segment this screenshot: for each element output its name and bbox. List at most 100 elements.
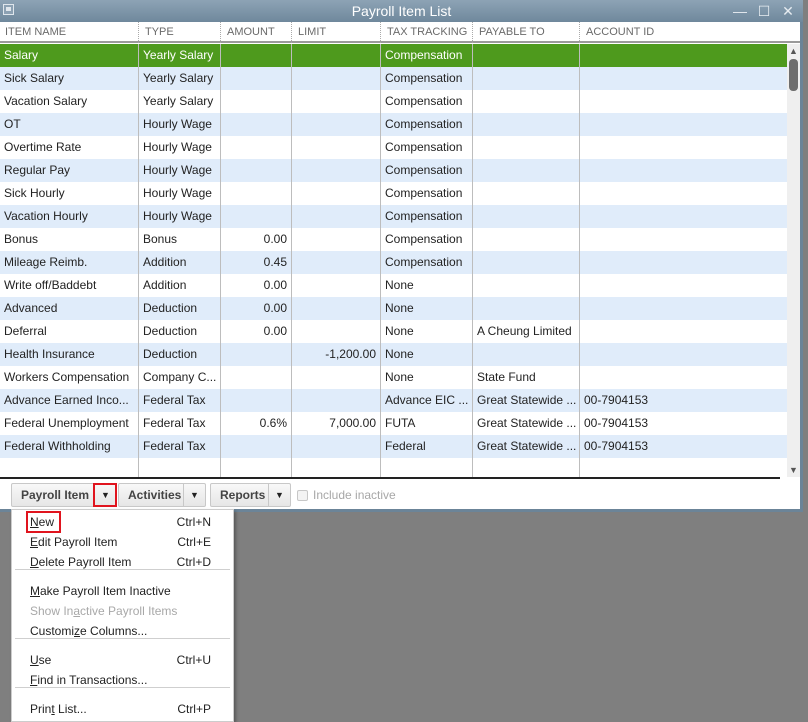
reports-label: Reports (220, 488, 266, 502)
cell-tax: None (380, 297, 472, 320)
minimize-icon[interactable]: — (733, 3, 747, 20)
column-header-item-name[interactable]: ITEM NAME (0, 22, 138, 43)
cell-type (138, 458, 220, 477)
column-header-limit[interactable]: LIMIT (291, 22, 380, 43)
cell-limit (291, 44, 380, 67)
table-row[interactable]: Mileage Reimb. Addition 0.45 Compensation (0, 251, 787, 274)
table-row[interactable]: Advance Earned Inco... Federal Tax Advance… (0, 389, 787, 412)
cell-limit (291, 90, 380, 113)
table-row[interactable] (0, 458, 787, 477)
cell-account (579, 251, 787, 274)
activities-dropdown-arrow[interactable]: ▼ (183, 484, 205, 506)
payroll-item-button[interactable]: Payroll Item ▼ (11, 483, 117, 507)
cell-name: Vacation Salary (4, 94, 88, 108)
cell-tax: None (380, 274, 472, 297)
reports-dropdown-arrow[interactable]: ▼ (268, 484, 290, 506)
payroll-item-dropdown-arrow[interactable]: ▼ (93, 483, 117, 507)
cell-tax: Compensation (380, 44, 472, 67)
table-row[interactable]: Deferral Deduction 0.00 None A Cheung Limite… (0, 320, 787, 343)
cell-name: Regular Pay (4, 163, 71, 177)
cell-payable (472, 251, 579, 274)
cell-limit (291, 297, 380, 320)
cell-account: 00-7904153 (579, 412, 787, 435)
cell-name: Mileage Reimb. (4, 255, 88, 269)
cell-account (579, 113, 787, 136)
table-row[interactable]: Vacation Salary Yearly Salary Compensation (0, 90, 787, 113)
activities-button[interactable]: Activities ▼ (118, 483, 206, 507)
table-row[interactable]: Regular Pay Hourly Wage Compensation (0, 159, 787, 182)
menu-item-label: Delete Payroll Item (30, 555, 132, 569)
cell-amount: 0.00 (220, 228, 291, 251)
cell-limit (291, 228, 380, 251)
column-header-type[interactable]: TYPE (138, 22, 220, 43)
cell-amount (220, 113, 291, 136)
cell-payable: Great Statewide ... (472, 435, 579, 458)
cell-limit (291, 136, 380, 159)
column-header-amount[interactable]: AMOUNT (220, 22, 291, 43)
menu-item-make-payroll-item-inactive[interactable]: Make Payroll Item Inactive (30, 581, 225, 601)
table-row[interactable]: Workers Compensation Company C... None Stat… (0, 366, 787, 389)
scroll-thumb[interactable] (789, 59, 798, 91)
table-row[interactable]: Salary Yearly Salary Compensation (0, 44, 787, 67)
scroll-up-icon[interactable]: ▲ (787, 44, 800, 58)
cell-amount (220, 182, 291, 205)
cell-tax: Compensation (380, 251, 472, 274)
reports-button[interactable]: Reports ▼ (210, 483, 291, 507)
menu-separator (15, 569, 230, 570)
cell-amount: 0.00 (220, 320, 291, 343)
list-content: ITEM NAME TYPE AMOUNT LIMIT TAX TRACKING… (0, 22, 800, 509)
cell-limit (291, 458, 380, 477)
cell-tax: Compensation (380, 113, 472, 136)
cell-amount (220, 136, 291, 159)
scroll-down-icon[interactable]: ▼ (787, 463, 800, 477)
column-header-payable-to[interactable]: PAYABLE TO (472, 22, 579, 43)
table-row[interactable]: Sick Hourly Hourly Wage Compensation (0, 182, 787, 205)
menu-item-shortcut: Ctrl+N (176, 515, 211, 529)
column-header-account-id[interactable]: ACCOUNT ID (579, 22, 787, 43)
table-row[interactable]: Health Insurance Deduction -1,200.00 None (0, 343, 787, 366)
menu-item-edit-payroll-item[interactable]: Edit Payroll Item Ctrl+E (30, 532, 225, 552)
cell-tax: FUTA (380, 412, 472, 435)
maximize-icon[interactable]: ☐ (757, 3, 771, 20)
table-row[interactable]: Vacation Hourly Hourly Wage Compensation (0, 205, 787, 228)
include-inactive-checkbox[interactable] (297, 490, 308, 501)
vertical-scrollbar[interactable]: ▲ ▼ (787, 44, 800, 477)
menu-item-show-inactive-payroll-items[interactable]: Show Inactive Payroll Items (30, 601, 225, 621)
menu-item-label: Customize Columns... (30, 624, 148, 638)
table-row[interactable]: Sick Salary Yearly Salary Compensation (0, 67, 787, 90)
cell-limit (291, 205, 380, 228)
menu-item-print-list[interactable]: Print List... Ctrl+P (30, 699, 225, 719)
table-row[interactable]: Write off/Baddebt Addition 0.00 None (0, 274, 787, 297)
menu-separator (15, 687, 230, 688)
payroll-item-dropdown-menu: New Ctrl+N Edit Payroll Item Ctrl+E Delete P… (11, 509, 234, 722)
table-row[interactable]: Overtime Rate Hourly Wage Compensation (0, 136, 787, 159)
cell-account: 00-7904153 (579, 435, 787, 458)
column-header-tax-tracking[interactable]: TAX TRACKING (380, 22, 472, 43)
table-row[interactable]: Advanced Deduction 0.00 None (0, 297, 787, 320)
cell-type: Addition (138, 274, 220, 297)
menu-item-use[interactable]: Use Ctrl+U (30, 650, 225, 670)
cell-amount (220, 458, 291, 477)
close-icon[interactable]: ✕ (781, 3, 795, 20)
cell-limit (291, 159, 380, 182)
cell-payable (472, 44, 579, 67)
cell-limit (291, 182, 380, 205)
menu-separator (15, 638, 230, 639)
table-row[interactable]: Federal Unemployment Federal Tax 0.6% 7,000… (0, 412, 787, 435)
cell-limit (291, 389, 380, 412)
cell-amount (220, 159, 291, 182)
cell-name: Workers Compensation (4, 370, 130, 384)
cell-account (579, 44, 787, 67)
menu-item-label: Print List... (30, 702, 87, 716)
cell-tax: Compensation (380, 67, 472, 90)
table-row[interactable]: OT Hourly Wage Compensation (0, 113, 787, 136)
title-bar[interactable]: Payroll Item List — ☐ ✕ (0, 0, 803, 22)
cell-limit (291, 113, 380, 136)
cell-tax: Advance EIC ... (380, 389, 472, 412)
menu-item-label: Find in Transactions... (30, 673, 148, 687)
cell-tax: Compensation (380, 159, 472, 182)
cell-name: Bonus (4, 232, 39, 246)
table-row[interactable]: Federal Withholding Federal Tax Federal Gre… (0, 435, 787, 458)
cell-type: Federal Tax (138, 412, 220, 435)
table-row[interactable]: Bonus Bonus 0.00 Compensation (0, 228, 787, 251)
